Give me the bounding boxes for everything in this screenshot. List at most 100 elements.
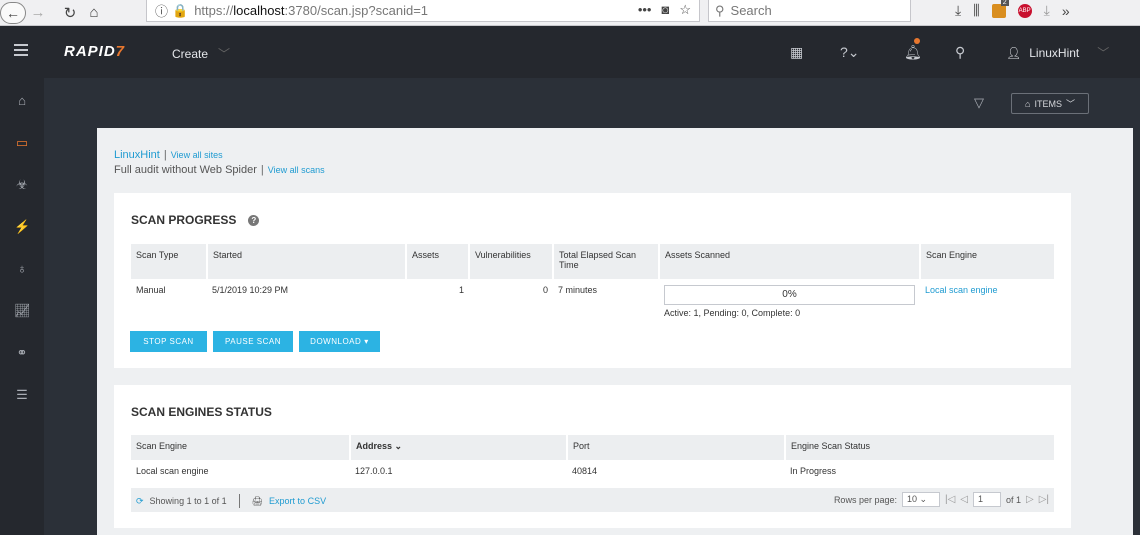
home-nav-icon[interactable]: ⌂ — [14, 93, 30, 109]
downloads-arrow-icon[interactable]: ⤓ — [1044, 2, 1050, 19]
pause-scan-button[interactable]: PAUSE SCAN — [213, 331, 293, 352]
stop-scan-button[interactable]: STOP SCAN — [130, 331, 207, 352]
first-page-icon[interactable]: |◁ — [945, 494, 955, 505]
items-label: ITEMS — [1034, 98, 1062, 109]
table-pager: ⟳ Showing 1 to 1 of 1 🖨︎ Export to CSV R… — [131, 488, 1054, 512]
vulnerabilities-nav-icon[interactable]: ☣ — [14, 177, 30, 193]
status-cell: In Progress — [790, 466, 837, 476]
page-actions-icon[interactable]: ••• — [638, 2, 652, 18]
items-icon: ⌂ — [1025, 98, 1031, 109]
rows-per-page-value: 10 — [906, 494, 917, 504]
search-bar[interactable]: ⚲ Search — [708, 0, 911, 22]
items-dropdown-button[interactable]: ⌂ ITEMS ﹀ — [1011, 93, 1089, 114]
notification-bell-icon[interactable]: 🔔︎ — [904, 44, 922, 61]
browser-toolbar: ← → ↻ ⌂ ⓘ 🔒 https://localhost:3780/scan.… — [0, 0, 1140, 26]
scan-engines-status-card: SCAN ENGINES STATUS Scan Engine Address … — [114, 385, 1071, 528]
rows-per-page-label: Rows per page: — [833, 494, 897, 505]
started-cell: 5/1/2019 10:29 PM — [212, 285, 289, 295]
table-header-row: Scan Engine Address ⌄ Port Engine Scan S… — [131, 435, 1054, 460]
download-icon[interactable]: ⤓ — [955, 2, 961, 19]
site-link[interactable]: LinuxHint — [114, 149, 160, 161]
column-header[interactable]: Port — [567, 435, 786, 460]
username: LinuxHint — [1029, 45, 1080, 60]
port-cell: 40814 — [572, 466, 598, 476]
home-icon[interactable]: ⌂ — [82, 2, 106, 24]
scan-engine-link[interactable]: Local scan engine — [925, 285, 998, 295]
assets-nav-icon[interactable]: ▭ — [14, 135, 30, 151]
filter-icon[interactable]: ▽ — [974, 95, 984, 111]
progress-detail: Active: 1, Pending: 0, Complete: 0 — [664, 308, 801, 318]
app-header: RAPID7 Create ﹀ ▦ ?⌄ 🔔︎ ⚲ 👤︎ LinuxHint ﹀ — [0, 26, 1140, 78]
scan-progress-table: Scan Type Started Assets Vulnerabilities… — [131, 244, 1054, 324]
page-number-input[interactable]: 1 — [972, 492, 1001, 507]
overflow-menu-icon[interactable]: » — [1062, 3, 1070, 19]
create-label: Create — [172, 47, 209, 61]
refresh-icon[interactable]: ⟳ — [136, 496, 144, 507]
user-menu[interactable]: 👤︎ LinuxHint ﹀ — [1006, 44, 1109, 61]
info-icon[interactable]: ⓘ — [155, 1, 168, 20]
divider — [238, 494, 240, 508]
extension-icon[interactable]: 2 — [991, 0, 1009, 18]
engine-cell: Local scan engine — [136, 466, 209, 476]
prev-page-icon[interactable]: ◁ — [960, 494, 968, 505]
view-all-sites-link[interactable]: View all sites — [171, 150, 223, 160]
column-header: Vulnerabilities — [469, 244, 554, 279]
hamburger-menu-icon[interactable] — [14, 44, 28, 56]
column-header: Scan Type — [131, 244, 208, 279]
column-header[interactable]: Engine Scan Status — [785, 435, 1054, 460]
scan-name: Full audit without Web Spider — [114, 164, 257, 176]
address-header-label: Address — [356, 441, 393, 451]
create-menu[interactable]: Create ﹀ — [172, 45, 230, 62]
next-page-icon[interactable]: ▷ — [1026, 494, 1034, 505]
assets-cell: 1 — [458, 285, 464, 295]
assets-scanned-cell: 0% Active: 1, Pending: 0, Complete: 0 — [659, 279, 920, 324]
scan-progress-title: SCAN PROGRESS? — [131, 213, 260, 227]
export-csv-link[interactable]: Export to CSV — [269, 496, 326, 506]
table-row: Local scan engine 127.0.0.1 40814 In Pro… — [131, 460, 1054, 482]
administration-nav-icon[interactable]: ☰ — [14, 387, 30, 403]
forward-button[interactable]: → — [26, 2, 50, 24]
column-header[interactable]: Scan Engine — [131, 435, 351, 460]
policies-nav-icon[interactable]: ♁ — [14, 261, 30, 277]
library-icon[interactable]: ⫼ — [973, 2, 979, 19]
logo-accent: 7 — [115, 43, 126, 60]
column-header: Scan Engine — [920, 244, 1054, 279]
calendar-icon[interactable]: ▦ — [790, 44, 803, 61]
url-host: localhost — [233, 3, 285, 18]
address-cell: 127.0.0.1 — [355, 466, 393, 476]
reports-nav-icon[interactable]: 📈︎ — [14, 303, 31, 319]
url-prefix: https:// — [194, 3, 234, 18]
reload-button[interactable]: ↻ — [58, 2, 82, 24]
adblock-icon[interactable]: ABP — [1017, 3, 1032, 18]
help-icon[interactable]: ? — [248, 215, 260, 226]
notification-dot — [914, 38, 920, 44]
logo-text: RAPID — [64, 43, 116, 60]
bookmark-star-icon[interactable]: ☆ — [679, 2, 691, 18]
rapid7-logo[interactable]: RAPID7 — [64, 43, 125, 60]
last-page-icon[interactable]: ▷| — [1039, 494, 1049, 505]
column-header: Started — [207, 244, 407, 279]
search-icon[interactable]: ⚲ — [955, 44, 965, 61]
address-column-header[interactable]: Address ⌄ — [350, 435, 568, 460]
back-button[interactable]: ← — [0, 1, 26, 24]
column-header: Assets — [406, 244, 470, 279]
main-content: ▽ ⌂ ITEMS ﹀ LinuxHint | View all sites Ful… — [44, 78, 1140, 535]
pocket-icon[interactable]: ◙ — [661, 2, 669, 18]
side-navigation: ⌂ ▭ ☣ ⚡ ♁ 📈︎ ⚭ ☰ — [0, 78, 44, 535]
search-placeholder: Search — [730, 3, 772, 18]
vulnerabilities-cell: 0 — [542, 285, 548, 295]
download-button[interactable]: DOWNLOAD ▾ — [299, 331, 380, 352]
download-label: DOWNLOAD — [310, 337, 362, 346]
url-bar[interactable]: ⓘ 🔒 https://localhost:3780/scan.jsp?scan… — [146, 0, 700, 22]
scan-progress-title-text: SCAN PROGRESS — [131, 213, 237, 227]
url-rest: :3780/scan.jsp?scanid=1 — [284, 3, 429, 18]
view-all-scans-link[interactable]: View all scans — [268, 165, 325, 175]
tags-nav-icon[interactable]: ⚭ — [14, 345, 30, 361]
rows-per-page-select[interactable]: 10 ⌄ — [901, 492, 940, 507]
csv-export-icon[interactable]: 🖨︎ — [252, 496, 263, 507]
help-menu-icon[interactable]: ?⌄ — [840, 44, 860, 61]
scan-engines-status-title: SCAN ENGINES STATUS — [131, 405, 272, 419]
showing-count: Showing 1 to 1 of 1 — [149, 496, 227, 506]
exploits-nav-icon[interactable]: ⚡ — [14, 219, 30, 235]
scan-engine-cell: Local scan engine — [920, 279, 1054, 324]
